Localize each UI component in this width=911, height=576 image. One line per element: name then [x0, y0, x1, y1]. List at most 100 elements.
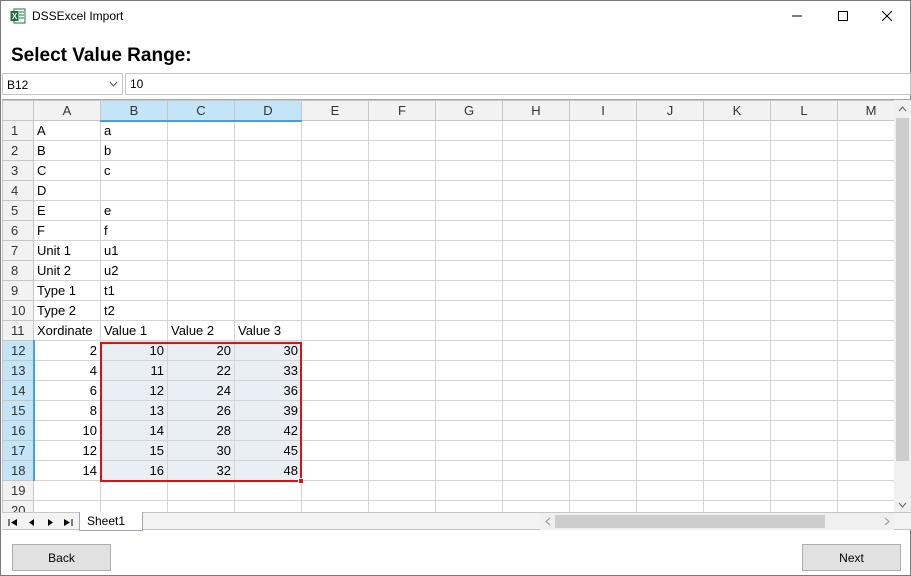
row-header[interactable]: 8: [2, 260, 34, 281]
column-header-a[interactable]: A: [33, 100, 101, 121]
cell-l15[interactable]: [770, 400, 838, 421]
horizontal-scroll-thumb[interactable]: [555, 515, 825, 528]
cell-e3[interactable]: [301, 160, 369, 181]
cell-c14[interactable]: 24: [167, 380, 235, 401]
row-header[interactable]: 2: [2, 140, 34, 161]
cell-h14[interactable]: [502, 380, 570, 401]
cell-f10[interactable]: [368, 300, 436, 321]
cell-h13[interactable]: [502, 360, 570, 381]
cell-c5[interactable]: [167, 200, 235, 221]
back-button[interactable]: Back: [12, 544, 111, 571]
first-sheet-button[interactable]: [4, 514, 22, 530]
cell-d6[interactable]: [234, 220, 302, 241]
cell-l3[interactable]: [770, 160, 838, 181]
cell-e8[interactable]: [301, 260, 369, 281]
cell-a8[interactable]: Unit 2: [33, 260, 101, 281]
cell-g20[interactable]: [435, 500, 503, 512]
row-header[interactable]: 6: [2, 220, 34, 241]
cell-k12[interactable]: [703, 340, 771, 361]
last-sheet-button[interactable]: [59, 514, 77, 530]
cell-a20[interactable]: [33, 500, 101, 512]
cell-a19[interactable]: [33, 480, 101, 501]
cell-j15[interactable]: [636, 400, 704, 421]
row-header[interactable]: 3: [2, 160, 34, 181]
cell-l5[interactable]: [770, 200, 838, 221]
column-header-g[interactable]: G: [435, 100, 503, 121]
cell-a13[interactable]: 4: [33, 360, 101, 381]
vertical-scrollbar[interactable]: [894, 100, 911, 512]
cell-a16[interactable]: 10: [33, 420, 101, 441]
cell-h18[interactable]: [502, 460, 570, 481]
cell-d5[interactable]: [234, 200, 302, 221]
row-header[interactable]: 9: [2, 280, 34, 301]
cell-c20[interactable]: [167, 500, 235, 512]
cell-f5[interactable]: [368, 200, 436, 221]
cell-c6[interactable]: [167, 220, 235, 241]
minimize-button[interactable]: [774, 1, 820, 31]
cell-e5[interactable]: [301, 200, 369, 221]
row-header[interactable]: 12: [2, 340, 35, 361]
cell-a18[interactable]: 14: [33, 460, 101, 481]
cell-c3[interactable]: [167, 160, 235, 181]
cell-k17[interactable]: [703, 440, 771, 461]
row-header[interactable]: 11: [2, 320, 34, 341]
cell-l11[interactable]: [770, 320, 838, 341]
cell-i13[interactable]: [569, 360, 637, 381]
cell-f16[interactable]: [368, 420, 436, 441]
cell-b16[interactable]: 14: [100, 420, 168, 441]
cell-i20[interactable]: [569, 500, 637, 512]
cell-h2[interactable]: [502, 140, 570, 161]
cell-l10[interactable]: [770, 300, 838, 321]
row-header[interactable]: 18: [2, 460, 35, 481]
cell-b4[interactable]: [100, 180, 168, 201]
cell-d1[interactable]: [234, 120, 302, 141]
cell-f18[interactable]: [368, 460, 436, 481]
cell-d8[interactable]: [234, 260, 302, 281]
cell-k13[interactable]: [703, 360, 771, 381]
cell-l9[interactable]: [770, 280, 838, 301]
cell-j2[interactable]: [636, 140, 704, 161]
cell-b20[interactable]: [100, 500, 168, 512]
cell-e14[interactable]: [301, 380, 369, 401]
cell-e16[interactable]: [301, 420, 369, 441]
next-sheet-button[interactable]: [41, 514, 59, 530]
cell-g19[interactable]: [435, 480, 503, 501]
cell-j18[interactable]: [636, 460, 704, 481]
cell-j6[interactable]: [636, 220, 704, 241]
cell-g6[interactable]: [435, 220, 503, 241]
cell-f7[interactable]: [368, 240, 436, 261]
cell-l8[interactable]: [770, 260, 838, 281]
cell-j10[interactable]: [636, 300, 704, 321]
cell-h4[interactable]: [502, 180, 570, 201]
cell-i11[interactable]: [569, 320, 637, 341]
cell-j19[interactable]: [636, 480, 704, 501]
cell-i1[interactable]: [569, 120, 637, 141]
cell-b5[interactable]: e: [100, 200, 168, 221]
cell-i12[interactable]: [569, 340, 637, 361]
cell-k18[interactable]: [703, 460, 771, 481]
cell-l16[interactable]: [770, 420, 838, 441]
cell-d9[interactable]: [234, 280, 302, 301]
cell-l12[interactable]: [770, 340, 838, 361]
cell-b8[interactable]: u2: [100, 260, 168, 281]
column-header-d[interactable]: D: [234, 100, 302, 122]
cell-g15[interactable]: [435, 400, 503, 421]
cell-d19[interactable]: [234, 480, 302, 501]
cell-g2[interactable]: [435, 140, 503, 161]
cell-e13[interactable]: [301, 360, 369, 381]
cell-j3[interactable]: [636, 160, 704, 181]
fill-handle[interactable]: [298, 478, 304, 484]
cell-a3[interactable]: C: [33, 160, 101, 181]
cell-a14[interactable]: 6: [33, 380, 101, 401]
row-header[interactable]: 1: [2, 120, 34, 141]
cell-a11[interactable]: Xordinate: [33, 320, 101, 341]
cell-h9[interactable]: [502, 280, 570, 301]
cell-k5[interactable]: [703, 200, 771, 221]
cell-d14[interactable]: 36: [234, 380, 302, 401]
sheet-table[interactable]: ABCDEFGHIJKLM 1 Aa 2 Bb 3 Cc 4 D 5 Ee 6 Ff 7 Unit 1 u1…: [2, 100, 905, 512]
cell-h10[interactable]: [502, 300, 570, 321]
cell-e17[interactable]: [301, 440, 369, 461]
cell-h1[interactable]: [502, 120, 570, 141]
cell-g5[interactable]: [435, 200, 503, 221]
cell-g9[interactable]: [435, 280, 503, 301]
